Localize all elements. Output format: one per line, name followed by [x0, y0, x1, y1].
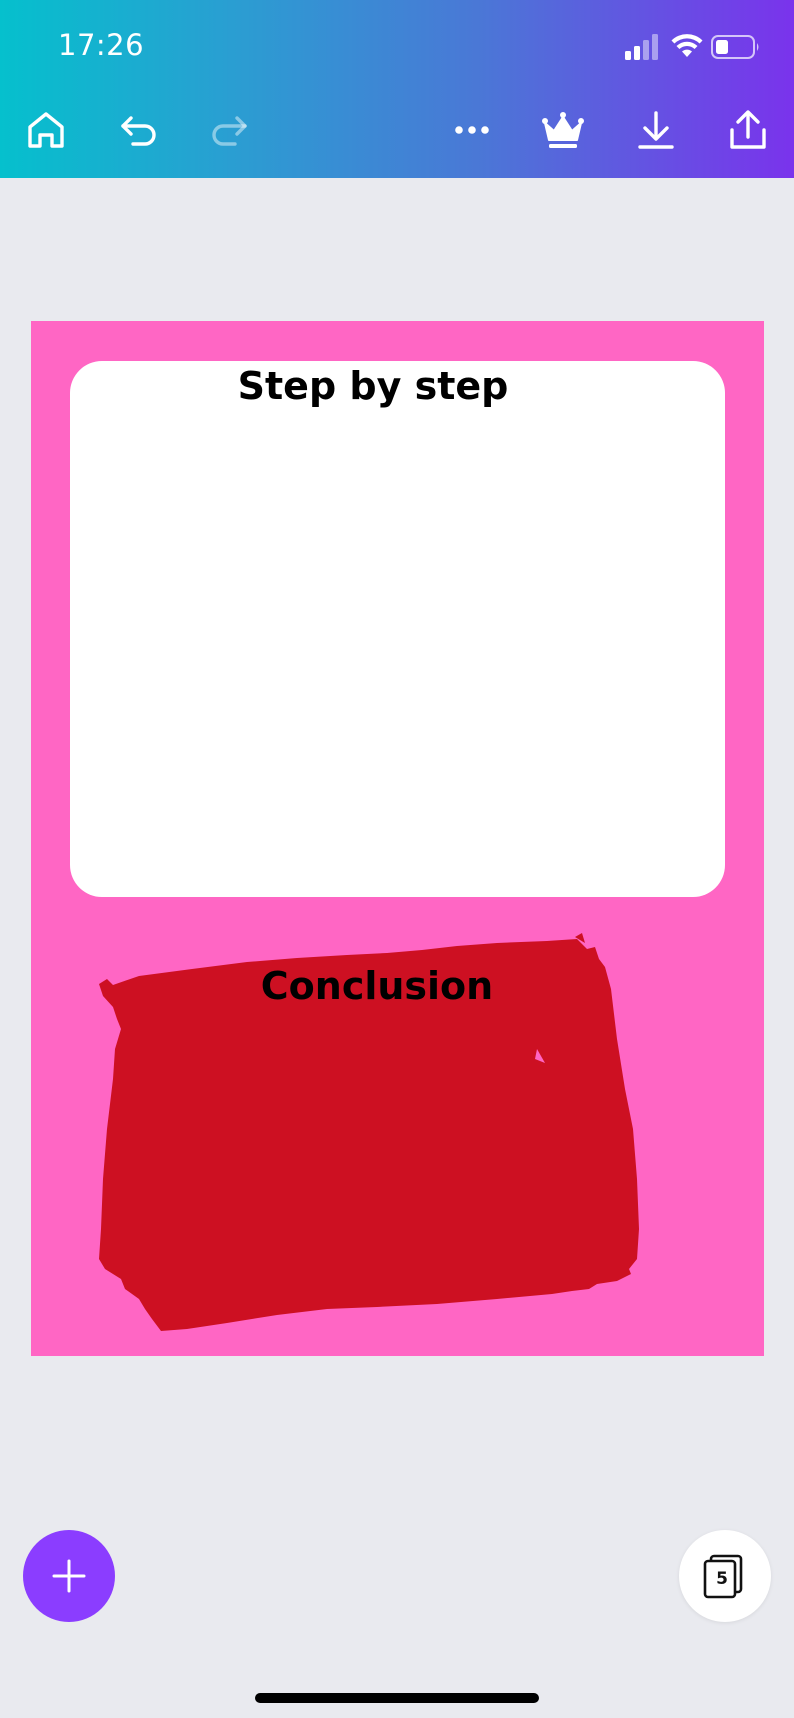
battery-icon — [711, 35, 759, 59]
page-count: 5 — [716, 1569, 728, 1589]
top-header: 17:26 — [0, 0, 794, 178]
redo-icon — [212, 116, 247, 146]
design-page[interactable]: Step by step Conclusion — [31, 321, 764, 1356]
download-icon — [638, 111, 674, 149]
step-by-step-box[interactable] — [70, 361, 725, 897]
premium-button[interactable] — [537, 104, 589, 156]
redo-button[interactable] — [203, 104, 255, 156]
wifi-icon — [671, 34, 703, 57]
pages-button[interactable]: 5 — [679, 1530, 771, 1622]
status-time: 17:26 — [58, 28, 145, 62]
signal-icon — [625, 34, 658, 60]
add-element-button[interactable] — [23, 1530, 115, 1622]
section-title-conclusion[interactable]: Conclusion — [31, 961, 723, 1011]
more-button[interactable] — [446, 104, 498, 156]
home-icon — [28, 112, 64, 148]
share-button[interactable] — [722, 104, 774, 156]
share-icon — [730, 110, 766, 149]
plus-icon — [52, 1559, 86, 1593]
section-title-step-by-step[interactable]: Step by step — [31, 361, 715, 411]
more-icon — [455, 126, 489, 134]
undo-button[interactable] — [113, 104, 165, 156]
home-indicator — [255, 1693, 539, 1703]
crown-icon — [542, 112, 584, 148]
home-button[interactable] — [20, 104, 72, 156]
undo-icon — [121, 116, 156, 146]
download-button[interactable] — [630, 104, 682, 156]
